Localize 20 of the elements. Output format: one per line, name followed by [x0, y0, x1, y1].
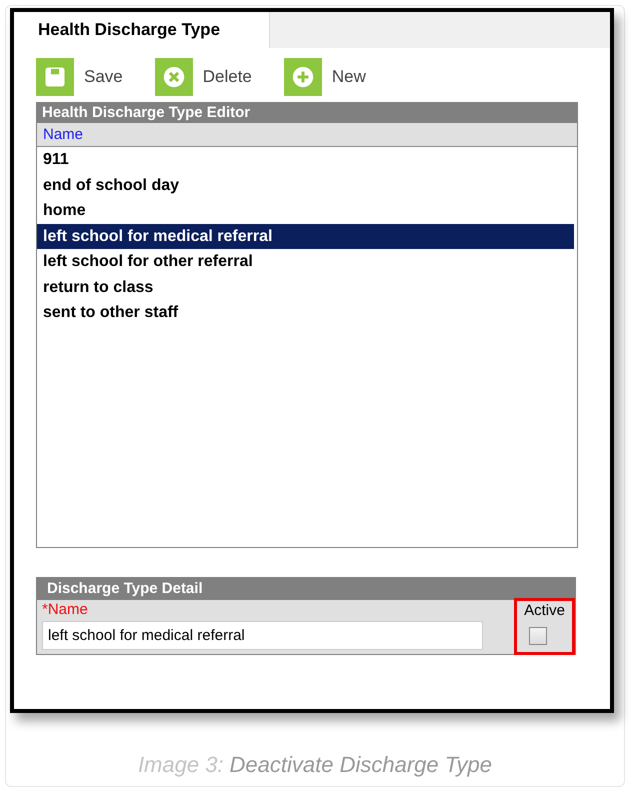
- field-label: *Name: [42, 601, 89, 619]
- list-row[interactable]: 911: [37, 147, 574, 172]
- field-label: Active: [524, 601, 565, 621]
- list-row[interactable]: left school for medical referral: [37, 224, 574, 249]
- list-row[interactable]: end of school day: [37, 172, 574, 198]
- caption-text: Deactivate Discharge Type: [230, 751, 492, 779]
- list-row[interactable]: return to class: [37, 274, 574, 300]
- panel-title: Health Discharge Type Editor: [37, 103, 577, 123]
- active-checkbox[interactable]: [528, 627, 546, 645]
- tab[interactable]: Health Discharge Type: [14, 12, 270, 48]
- name-field[interactable]: left school for medical referral: [42, 621, 483, 650]
- caption-label: Image 3:: [138, 751, 224, 779]
- panel-title: Discharge Type Detail: [37, 578, 575, 600]
- toolbar-button[interactable]: Delete: [154, 58, 252, 96]
- toolbar-button[interactable]: Save: [36, 58, 123, 96]
- list-row[interactable]: sent to other staff: [37, 300, 574, 326]
- list-row[interactable]: left school for other referral: [37, 249, 574, 274]
- column-header[interactable]: Name: [37, 123, 577, 147]
- toolbar-button[interactable]: New: [284, 58, 366, 96]
- list-row[interactable]: home: [37, 198, 574, 224]
